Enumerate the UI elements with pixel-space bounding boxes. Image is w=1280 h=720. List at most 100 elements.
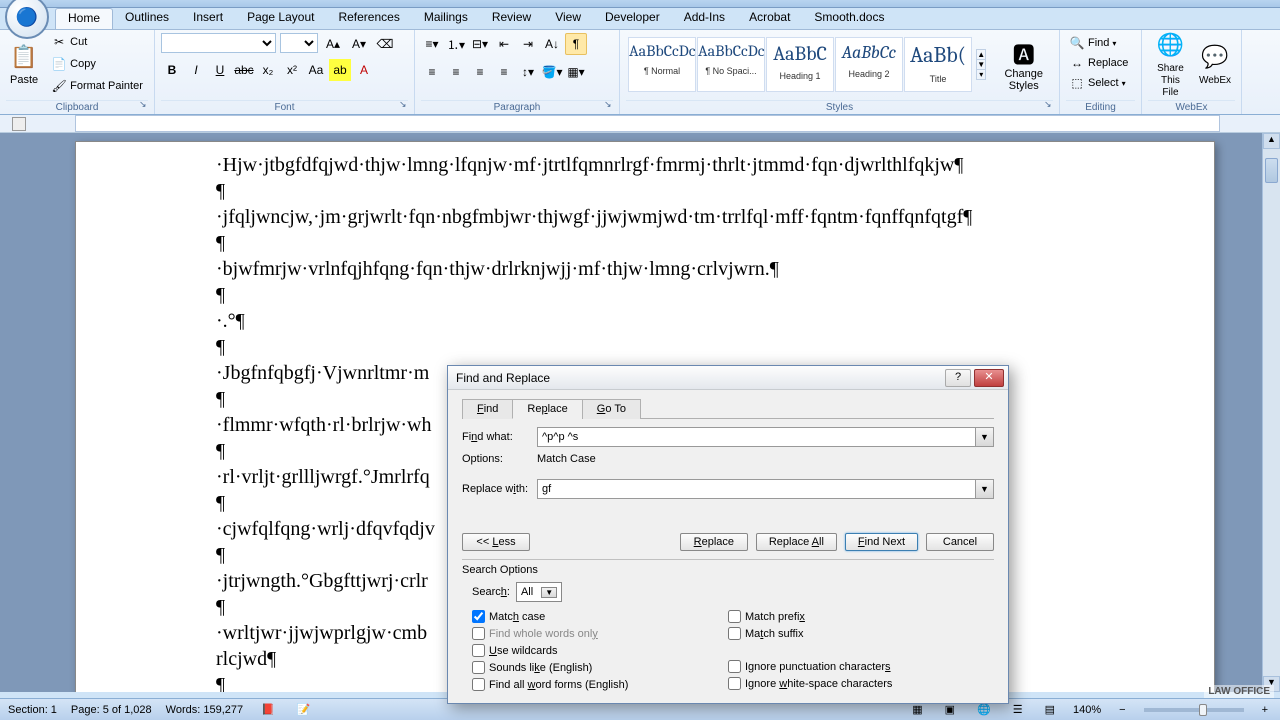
tab-insert[interactable]: Insert — [181, 8, 235, 29]
document-line[interactable]: ·jfqljwncjw,·jm·grjwrlt·fqn·nbgfmbjwr·th… — [216, 204, 1074, 230]
ignore-whitespace-checkbox[interactable]: Ignore white-space characters — [728, 677, 984, 690]
dialog-tab-goto[interactable]: Go To — [582, 399, 641, 419]
find-what-dropdown[interactable]: ▼ — [976, 427, 994, 447]
zoom-in-button[interactable]: + — [1258, 704, 1272, 716]
scroll-thumb[interactable] — [1265, 158, 1278, 183]
paragraph-dialog-launcher[interactable]: ↘ — [604, 99, 617, 112]
tab-acrobat[interactable]: Acrobat — [737, 8, 802, 29]
view-full-screen[interactable]: ▣ — [941, 703, 959, 716]
view-print-layout[interactable]: ▦ — [908, 703, 926, 716]
italic-button[interactable]: I — [185, 59, 207, 81]
search-direction-select[interactable]: All ▼ — [516, 582, 562, 602]
align-right-button[interactable]: ≡ — [469, 61, 491, 83]
vertical-scrollbar[interactable]: ▲ ▼ — [1262, 133, 1280, 692]
cancel-button[interactable]: Cancel — [926, 533, 994, 551]
increase-indent-button[interactable]: ⇥ — [517, 33, 539, 55]
styles-scroll-down[interactable]: ▼ — [977, 59, 985, 69]
replace-button[interactable]: ↔Replace — [1066, 53, 1135, 73]
shading-button[interactable]: 🪣▾ — [541, 61, 563, 83]
copy-button[interactable]: 📄Copy — [48, 54, 146, 74]
font-name-select[interactable] — [161, 33, 276, 53]
tab-selector[interactable] — [12, 117, 26, 131]
zoom-out-button[interactable]: − — [1115, 704, 1129, 716]
font-color-button[interactable]: A — [353, 59, 375, 81]
bold-button[interactable]: B — [161, 59, 183, 81]
zoom-level[interactable]: 140% — [1073, 704, 1101, 716]
tab-addins[interactable]: Add-Ins — [672, 8, 737, 29]
whole-words-checkbox[interactable]: Find whole words only — [472, 627, 728, 640]
style-no-spacing[interactable]: AaBbCcDc¶ No Spaci... — [697, 37, 765, 92]
style-heading-1[interactable]: AaBbCHeading 1 — [766, 37, 834, 92]
match-case-checkbox[interactable]: Match case — [472, 610, 728, 623]
dialog-help-button[interactable]: ? — [945, 369, 971, 387]
match-prefix-checkbox[interactable]: Match prefix — [728, 610, 984, 623]
ruler[interactable] — [0, 115, 1280, 133]
style-title[interactable]: AaBb(Title — [904, 37, 972, 92]
highlight-button[interactable]: ab — [329, 59, 351, 81]
document-line[interactable]: ¶ — [216, 178, 1074, 204]
clear-formatting-button[interactable]: ⌫ — [374, 33, 396, 55]
match-suffix-checkbox[interactable]: Match suffix — [728, 627, 984, 640]
show-hide-button[interactable]: ¶ — [565, 33, 587, 55]
scroll-up-button[interactable]: ▲ — [1263, 133, 1280, 149]
sounds-like-checkbox[interactable]: Sounds like (English) — [472, 661, 728, 674]
tab-smoothdocs[interactable]: Smooth.docs — [802, 8, 896, 29]
tab-references[interactable]: References — [326, 8, 411, 29]
style-heading-2[interactable]: AaBbCcHeading 2 — [835, 37, 903, 92]
justify-button[interactable]: ≡ — [493, 61, 515, 83]
change-styles-button[interactable]: 🅰 Change Styles — [994, 34, 1053, 94]
status-words[interactable]: Words: 159,277 — [166, 704, 243, 716]
dialog-tab-replace[interactable]: Replace — [512, 399, 582, 419]
cut-button[interactable]: ✂Cut — [48, 32, 146, 52]
replace-with-dropdown[interactable]: ▼ — [976, 479, 994, 499]
share-file-button[interactable]: 🌐Share This File — [1148, 28, 1193, 100]
underline-button[interactable]: U — [209, 59, 231, 81]
document-line[interactable]: ·Hjw·jtbgfdfqjwd·thjw·lmng·lfqnjw·mf·jtr… — [216, 152, 1074, 178]
replace-all-button[interactable]: Replace All — [756, 533, 837, 551]
track-changes-button[interactable]: 📝 — [293, 703, 315, 716]
status-page[interactable]: Page: 5 of 1,028 — [71, 704, 152, 716]
tab-outlines[interactable]: Outlines — [113, 8, 181, 29]
numbering-button[interactable]: ⒈▾ — [445, 33, 467, 55]
spell-check-button[interactable]: 📕 — [257, 703, 279, 716]
tab-view[interactable]: View — [543, 8, 593, 29]
wildcards-checkbox[interactable]: Use wildcards — [472, 644, 728, 657]
document-line[interactable]: ·.°¶ — [216, 308, 1074, 334]
find-button[interactable]: 🔍Find▾ — [1066, 33, 1135, 53]
align-left-button[interactable]: ≡ — [421, 61, 443, 83]
style-normal[interactable]: AaBbCcDc¶ Normal — [628, 37, 696, 92]
font-dialog-launcher[interactable]: ↘ — [399, 99, 412, 112]
document-line[interactable]: ·bjwfmrjw·vrlnfqjhfqng·fqn·thjw·drlrknjw… — [216, 256, 1074, 282]
format-painter-button[interactable]: 🖌Format Painter — [48, 76, 146, 96]
status-section[interactable]: Section: 1 — [8, 704, 57, 716]
document-line[interactable]: ¶ — [216, 334, 1074, 360]
multilevel-button[interactable]: ⊟▾ — [469, 33, 491, 55]
webex-button[interactable]: 💬WebEx — [1195, 40, 1235, 88]
superscript-button[interactable]: x² — [281, 59, 303, 81]
dialog-tab-find[interactable]: Find — [462, 399, 513, 419]
word-forms-checkbox[interactable]: Find all word forms (English) — [472, 678, 728, 691]
tab-developer[interactable]: Developer — [593, 8, 672, 29]
view-outline[interactable]: ☰ — [1009, 703, 1027, 716]
select-button[interactable]: ⬚Select▾ — [1066, 73, 1135, 93]
tab-home[interactable]: Home — [55, 8, 113, 29]
styles-gallery[interactable]: AaBbCcDc¶ Normal AaBbCcDc¶ No Spaci... A… — [626, 35, 974, 94]
borders-button[interactable]: ▦▾ — [565, 61, 587, 83]
sort-button[interactable]: A↓ — [541, 33, 563, 55]
find-next-button[interactable]: Find Next — [845, 533, 918, 551]
change-case-button[interactable]: Aa — [305, 59, 327, 81]
ignore-punct-checkbox[interactable]: Ignore punctuation characters — [728, 660, 984, 673]
font-size-select[interactable] — [280, 33, 318, 53]
tab-page-layout[interactable]: Page Layout — [235, 8, 326, 29]
zoom-slider[interactable] — [1144, 708, 1244, 712]
find-what-input[interactable] — [537, 427, 976, 447]
replace-with-input[interactable] — [537, 479, 976, 499]
paste-button[interactable]: 📋 Paste — [6, 40, 42, 88]
clipboard-dialog-launcher[interactable]: ↘ — [139, 99, 152, 112]
replace-one-button[interactable]: Replace — [680, 533, 748, 551]
tab-review[interactable]: Review — [480, 8, 543, 29]
decrease-indent-button[interactable]: ⇤ — [493, 33, 515, 55]
strikethrough-button[interactable]: abc — [233, 59, 255, 81]
dialog-titlebar[interactable]: Find and Replace ? ✕ — [448, 366, 1008, 390]
styles-more[interactable]: ▾ — [977, 69, 985, 79]
